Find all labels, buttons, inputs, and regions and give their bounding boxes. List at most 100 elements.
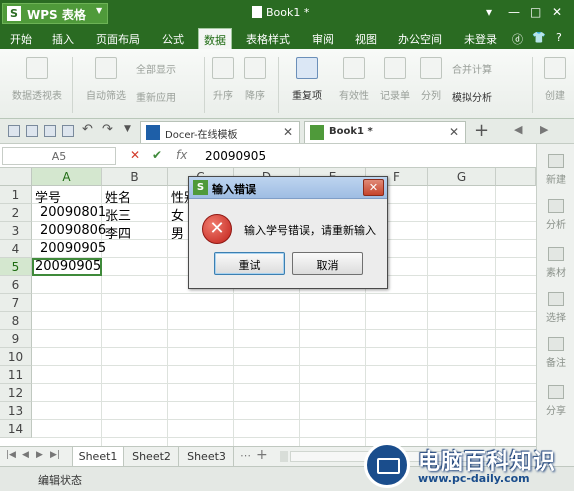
cell-c3[interactable]: 男 (169, 222, 186, 242)
side-select-button[interactable]: 选择 (537, 292, 574, 324)
menu-table-style[interactable]: 表格样式 (246, 31, 290, 47)
print-preview-icon[interactable] (62, 125, 74, 137)
menu-office-space[interactable]: 办公空间 (398, 31, 442, 47)
row-header[interactable]: 6 (0, 276, 32, 294)
what-if-analysis-button[interactable]: 模拟分析 (452, 89, 492, 104)
row-header[interactable]: 9 (0, 330, 32, 348)
more-sheets-icon[interactable]: ⋯ (240, 449, 251, 462)
duplicates-button[interactable]: 重复项 (283, 57, 331, 102)
print-icon[interactable] (44, 125, 56, 137)
close-tab-icon[interactable]: ✕ (283, 125, 293, 139)
cell-a2[interactable]: 20090801 (38, 204, 108, 222)
row-header[interactable]: 1 (0, 186, 32, 204)
row-header[interactable]: 5 (0, 258, 32, 276)
next-sheet-icon[interactable]: ▶ (36, 450, 43, 460)
cell-c2[interactable]: 女 (169, 204, 186, 224)
help-icon[interactable]: ? (556, 31, 562, 44)
wps-app-menu-button[interactable]: S WPS 表格 ▼ (2, 3, 108, 24)
sheet-tab-sheet3[interactable]: Sheet3 (180, 447, 234, 466)
maximize-button[interactable]: □ (530, 5, 541, 19)
side-analysis-button[interactable]: 分析 (537, 199, 574, 231)
column-header[interactable]: B (102, 168, 168, 186)
reapply-button[interactable]: 重新应用 (136, 89, 176, 104)
close-button[interactable]: ✕ (552, 5, 562, 19)
wps-logo-icon: S (193, 180, 208, 195)
first-sheet-icon[interactable]: |◀ (6, 450, 16, 460)
menu-formulas[interactable]: 公式 (162, 31, 184, 47)
prev-sheet-icon[interactable]: ◀ (22, 450, 29, 460)
menu-data[interactable]: 数据 (198, 28, 232, 49)
menu-view[interactable]: 视图 (355, 31, 377, 47)
row-header[interactable]: 13 (0, 402, 32, 420)
menu-page-layout[interactable]: 页面布局 (96, 31, 140, 47)
formula-input[interactable]: 20090905 (205, 147, 534, 165)
menu-insert[interactable]: 插入 (52, 31, 74, 47)
row-header[interactable]: 2 (0, 204, 32, 222)
cancel-button[interactable]: 取消 (292, 252, 363, 275)
side-share-button[interactable]: 分享 (537, 385, 574, 417)
validity-button[interactable]: 有效性 (334, 57, 374, 102)
close-tab-icon[interactable]: ✕ (449, 125, 459, 139)
sort-descending-button[interactable]: 降序 (240, 57, 270, 102)
row-header[interactable]: 12 (0, 384, 32, 402)
site-watermark: 电脑百科知识 www.pc-daily.com (338, 436, 574, 491)
create-button[interactable]: 创建 (538, 57, 572, 102)
cell-b1[interactable]: 姓名 (103, 186, 133, 206)
cell-a3[interactable]: 20090806 (38, 222, 108, 240)
login-link[interactable]: 未登录 (464, 31, 497, 47)
new-tab-icon[interactable]: + (474, 120, 489, 141)
row-header[interactable]: 10 (0, 348, 32, 366)
function-icon[interactable]: fx (176, 148, 187, 162)
sort-ascending-button[interactable]: 升序 (208, 57, 238, 102)
cell-b2[interactable]: 张三 (103, 204, 133, 224)
autofilter-button[interactable]: 自动筛选 (80, 57, 132, 102)
scroll-left-arrow[interactable] (280, 451, 288, 462)
row-header[interactable]: 4 (0, 240, 32, 258)
record-form-button[interactable]: 记录单 (377, 57, 413, 102)
customize-dropdown-icon[interactable]: ▼ (124, 124, 136, 136)
row-header[interactable]: 11 (0, 366, 32, 384)
row-header[interactable]: 8 (0, 312, 32, 330)
side-notes-button[interactable]: 备注 (537, 337, 574, 369)
name-box[interactable]: A5 (2, 147, 116, 165)
retry-button[interactable]: 重试 (214, 252, 285, 275)
menu-review[interactable]: 审阅 (312, 31, 334, 47)
column-header[interactable]: A (32, 168, 102, 186)
merge-calc-button[interactable]: 合并计算 (452, 61, 492, 76)
row-header[interactable]: 7 (0, 294, 32, 312)
folder-icon[interactable] (8, 125, 20, 137)
menu-home[interactable]: 开始 (10, 31, 32, 47)
ribbon-toggle-icon[interactable]: ▾ (486, 5, 492, 19)
select-all-corner[interactable] (0, 168, 32, 186)
skin-icon[interactable]: ⓓ (512, 31, 523, 47)
cell-a4[interactable]: 20090905 (38, 240, 108, 258)
dialog-title: 输入错误 (212, 183, 256, 196)
sheet-tab-sheet1[interactable]: Sheet1 (72, 447, 124, 466)
sheet-tab-sheet2[interactable]: Sheet2 (125, 447, 179, 466)
column-header[interactable]: G (428, 168, 496, 186)
cell-b3[interactable]: 李四 (103, 222, 133, 242)
row-header[interactable]: 3 (0, 222, 32, 240)
pivot-table-button[interactable]: 数据透视表 (8, 57, 66, 102)
undo-icon[interactable]: ↶ (82, 122, 94, 137)
shirt-icon[interactable]: 👕 (532, 31, 546, 44)
last-sheet-icon[interactable]: ▶| (50, 450, 60, 460)
side-assets-button[interactable]: 素材 (537, 247, 574, 279)
cell-a1[interactable]: 学号 (33, 186, 63, 206)
redo-icon[interactable]: ↷ (102, 122, 114, 137)
cancel-formula-icon[interactable]: ✕ (130, 148, 140, 162)
scroll-tabs-left-icon[interactable]: ◀ (514, 123, 526, 136)
tab-book1[interactable]: Book1 * ✕ (304, 121, 466, 143)
side-new-button[interactable]: 新建 (537, 154, 574, 186)
tab-docer-templates[interactable]: Docer-在线模板 ✕ (140, 121, 300, 143)
add-sheet-icon[interactable]: + (256, 447, 268, 463)
show-all-button[interactable]: 全部显示 (136, 61, 176, 76)
row-header[interactable]: 14 (0, 420, 32, 438)
column-header[interactable] (496, 168, 536, 186)
minimize-button[interactable]: — (508, 5, 520, 19)
dialog-close-button[interactable]: ✕ (363, 179, 384, 196)
confirm-formula-icon[interactable]: ✔ (152, 148, 162, 162)
split-columns-button[interactable]: 分列 (416, 57, 446, 102)
scroll-tabs-right-icon[interactable]: ▶ (540, 123, 552, 136)
save-icon[interactable] (26, 125, 38, 137)
